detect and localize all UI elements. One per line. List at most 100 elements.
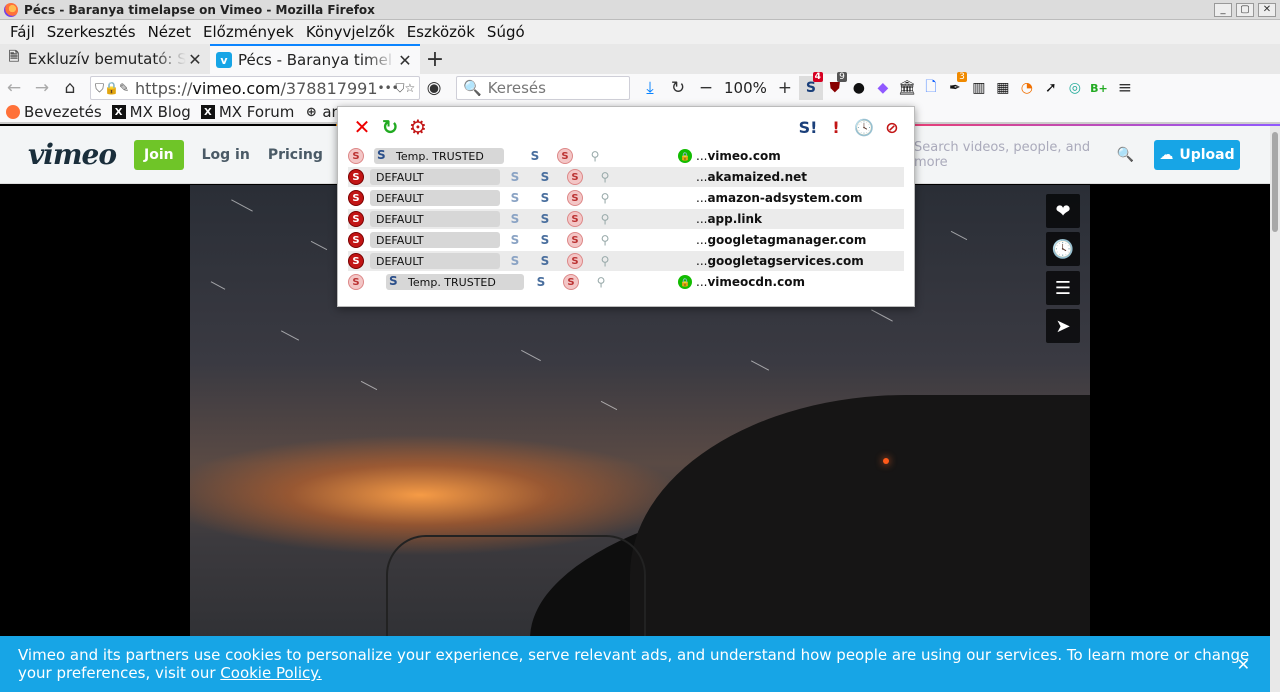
preset-untrusted-icon[interactable]: S	[556, 274, 586, 290]
account-icon[interactable]: ◉	[420, 74, 448, 102]
download-icon[interactable]: ⤓	[636, 74, 664, 102]
new-tab-button[interactable]: +	[420, 44, 450, 74]
preset-trusted-icon[interactable]: S	[530, 191, 560, 205]
bookmark-bevezetes[interactable]: Bevezetés	[6, 103, 102, 121]
preset-selector[interactable]: S Temp. TRUSTED	[374, 148, 504, 164]
zoom-out-button[interactable]: −	[692, 74, 720, 102]
url-bar[interactable]: ⛉ 🔒 ✎ https://vimeo.com/378817991 ••• ⛉ …	[90, 76, 420, 100]
noscript-status-icon[interactable]: S	[348, 190, 364, 206]
options-icon[interactable]: ⚙	[404, 115, 432, 139]
menu-file[interactable]: Fájl	[4, 23, 41, 41]
close-popup-icon[interactable]: ✕	[348, 115, 376, 139]
extension-bplus-icon[interactable]: B+	[1087, 76, 1111, 100]
scrollbar-thumb[interactable]	[1272, 132, 1278, 232]
like-button[interactable]: ❤	[1046, 194, 1080, 228]
extension-green-circle-icon[interactable]: ◎	[1063, 76, 1087, 100]
preset-custom-icon[interactable]: ⚲	[590, 170, 620, 184]
noscript-row[interactable]: S DEFAULT S S S ⚲ ...amazon-adsystem.com	[348, 188, 904, 208]
bookmark-ar[interactable]: ⊕ ar	[304, 103, 338, 121]
page-actions-icon[interactable]: •••	[378, 81, 399, 95]
preset-custom-icon[interactable]: ⚲	[590, 254, 620, 268]
share-button[interactable]: ➤	[1046, 309, 1080, 343]
preset-option-icon[interactable]: S	[500, 170, 530, 184]
reload-icon[interactable]: ↻	[376, 115, 404, 139]
extension-library-icon[interactable]: 🏛	[895, 76, 919, 100]
noscript-row[interactable]: S STemp. TRUSTED S S S ⚲ 🔒 ...vimeo.com	[348, 146, 904, 166]
lock-icon[interactable]: 🔒	[104, 81, 119, 95]
close-cookie-banner-icon[interactable]: ✕	[1237, 656, 1250, 674]
preset-selector[interactable]: DEFAULT	[370, 190, 500, 206]
upload-button[interactable]: ☁ Upload	[1154, 140, 1240, 170]
preset-selector[interactable]: DEFAULT	[370, 169, 500, 185]
zoom-level[interactable]: 100%	[720, 79, 771, 97]
preset-option-icon[interactable]: S	[500, 212, 530, 226]
preset-selector[interactable]: DEFAULT	[370, 211, 500, 227]
noscript-row[interactable]: S DEFAULT S S S ⚲ ...app.link	[348, 209, 904, 229]
preset-untrusted-icon[interactable]: S	[560, 211, 590, 227]
temp-trust-all-icon[interactable]: 🕓	[850, 115, 878, 139]
noscript-status-icon[interactable]: S	[348, 232, 364, 248]
noscript-status-icon[interactable]: S	[348, 211, 364, 227]
minimize-button[interactable]: _	[1214, 2, 1232, 17]
noscript-status-icon[interactable]: S	[348, 253, 364, 269]
permissions-icon[interactable]: ✎	[119, 81, 129, 95]
preset-trusted-icon[interactable]: S	[526, 275, 556, 289]
preset-untrusted-icon[interactable]: S	[550, 148, 580, 164]
join-button[interactable]: Join	[134, 139, 184, 170]
close-window-button[interactable]: ✕	[1258, 2, 1276, 17]
noscript-row[interactable]: S S Temp. TRUSTED S S ⚲ 🔒 ...vimeocdn.com	[348, 272, 904, 292]
extension-arrow-icon[interactable]: ➚	[1039, 76, 1063, 100]
preset-custom-icon[interactable]: ⚲	[590, 191, 620, 205]
preset-untrusted-icon[interactable]: S	[560, 232, 590, 248]
noscript-row[interactable]: S DEFAULT S S S ⚲ ...googletagmanager.co…	[348, 230, 904, 250]
preset-untrusted-icon[interactable]: S	[560, 169, 590, 185]
zoom-in-button[interactable]: +	[771, 74, 799, 102]
preset-selector[interactable]: S Temp. TRUSTED	[386, 274, 524, 290]
menu-help[interactable]: Súgó	[481, 23, 531, 41]
preset-custom-icon[interactable]: ⚲	[590, 212, 620, 226]
preset-option-icon[interactable]: S	[500, 254, 530, 268]
ublock-extension-icon[interactable]: ⛊ 9	[823, 72, 847, 100]
menu-edit[interactable]: Szerkesztés	[41, 23, 142, 41]
tab-exkluziv[interactable]: 🗎 Exkluzív bemutató: S ✕	[0, 44, 210, 74]
extension-document-icon[interactable]: 🗋	[919, 76, 943, 100]
watch-later-button[interactable]: 🕓	[1046, 232, 1080, 266]
noscript-extension-icon[interactable]: S4	[798, 72, 823, 100]
maximize-button[interactable]: ▢	[1236, 2, 1254, 17]
collections-button[interactable]: ☰	[1046, 271, 1080, 305]
vimeo-logo[interactable]: vimeo	[28, 138, 117, 171]
extension-bars-icon[interactable]: ▥	[967, 76, 991, 100]
preset-trusted-icon[interactable]: S	[530, 212, 560, 226]
noscript-status-icon[interactable]: S	[348, 169, 364, 185]
menu-tools[interactable]: Eszközök	[401, 23, 481, 41]
tab-vimeo[interactable]: v Pécs - Baranya timel ✕	[210, 44, 420, 74]
shield-icon[interactable]: ⛉	[95, 81, 104, 96]
reload-button[interactable]: ↻	[664, 74, 692, 102]
forward-button[interactable]: →	[28, 74, 56, 102]
menu-history[interactable]: Előzmények	[197, 23, 300, 41]
preset-untrusted-icon[interactable]: S	[560, 253, 590, 269]
preset-trusted-icon[interactable]: S	[530, 254, 560, 268]
bookmark-mx-blog[interactable]: X MX Blog	[111, 103, 191, 121]
pricing-link[interactable]: Pricing	[268, 147, 323, 163]
back-button[interactable]: ←	[0, 74, 28, 102]
home-button[interactable]: ⌂	[56, 74, 84, 102]
preset-option-icon[interactable]: S	[500, 191, 530, 205]
close-tab-icon[interactable]: ✕	[186, 50, 204, 69]
search-engine-icon[interactable]: 🔍	[463, 79, 482, 97]
cookie-policy-link[interactable]: Cookie Policy.	[220, 664, 321, 682]
url-text[interactable]: https://vimeo.com/378817991	[129, 79, 377, 98]
extension-balls-icon[interactable]: ●	[847, 76, 871, 100]
vimeo-search-input[interactable]: Search videos, people, and more 🔍	[906, 140, 1142, 170]
page-scrollbar[interactable]	[1270, 126, 1280, 692]
search-bar[interactable]: 🔍 Keresés	[456, 76, 630, 100]
preset-selector[interactable]: DEFAULT	[370, 253, 500, 269]
close-tab-icon[interactable]: ✕	[396, 51, 414, 70]
preset-custom-icon[interactable]: ⚲	[590, 233, 620, 247]
bookmark-mx-forum[interactable]: X MX Forum	[200, 103, 294, 121]
menu-bookmarks[interactable]: Könyvjelzők	[300, 23, 401, 41]
preset-custom-icon[interactable]: ⚲	[580, 149, 610, 163]
preset-custom-icon[interactable]: ⚲	[586, 275, 616, 289]
preset-selector[interactable]: DEFAULT	[370, 232, 500, 248]
extension-cube-icon[interactable]: ◆	[871, 76, 895, 100]
